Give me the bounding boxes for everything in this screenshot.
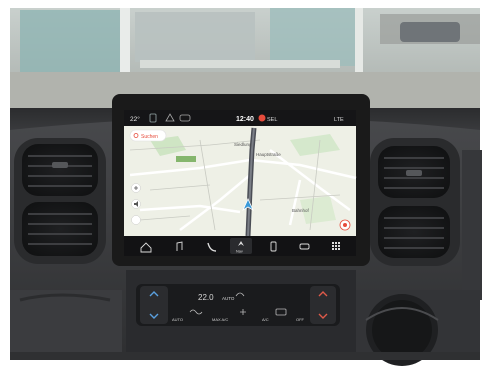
- status-bar: 22° 12:40 SEL LTE: [124, 110, 356, 126]
- left-lower-vent[interactable]: [22, 202, 98, 256]
- status-mode-badge: SEL: [267, 117, 277, 123]
- climate-temperature: 22.0: [198, 293, 214, 302]
- road-label-2: Hauptstraße: [256, 152, 281, 157]
- apps-icon[interactable]: [332, 242, 340, 250]
- report-icon: [343, 223, 347, 227]
- climate-mode: AUTO: [222, 296, 235, 301]
- status-temperature: 22°: [130, 115, 140, 123]
- climate-panel: 22.0 AUTO AUTO MAX A/C A/C OFF: [136, 284, 340, 326]
- left-vents: [14, 138, 106, 264]
- route-options-button[interactable]: [131, 215, 141, 225]
- climate-button-max-ac[interactable]: MAX A/C: [212, 317, 228, 322]
- right-dash-panel: [462, 150, 482, 300]
- mode-badge-dot: [258, 114, 266, 122]
- search-label: Suchen: [141, 134, 158, 140]
- search-button[interactable]: Suchen: [129, 129, 167, 142]
- navigation-tab-label: Nav: [236, 250, 243, 254]
- climate-button-auto[interactable]: AUTO: [172, 317, 183, 322]
- climate-button-ac[interactable]: A/C: [262, 317, 269, 322]
- car-dashboard-photo: 22° 12:40 SEL LTE Siedlung Hauptstraße B…: [0, 0, 490, 367]
- right-vents: [370, 138, 460, 266]
- road-label-1: Siedlung: [234, 142, 252, 147]
- status-right-text: LTE: [334, 117, 344, 123]
- road-label-3: Bahnhof: [292, 208, 310, 213]
- photo-svg: 22° 12:40 SEL LTE Siedlung Hauptstraße B…: [10, 8, 482, 366]
- bottom-dock: Nav: [124, 236, 356, 256]
- navigation-map[interactable]: Siedlung Hauptstraße Bahnhof: [124, 126, 357, 237]
- status-time: 12:40: [236, 116, 254, 123]
- left-upper-vent[interactable]: [22, 144, 98, 196]
- climate-button-off[interactable]: OFF: [296, 317, 305, 322]
- right-lower-vent[interactable]: [378, 206, 450, 258]
